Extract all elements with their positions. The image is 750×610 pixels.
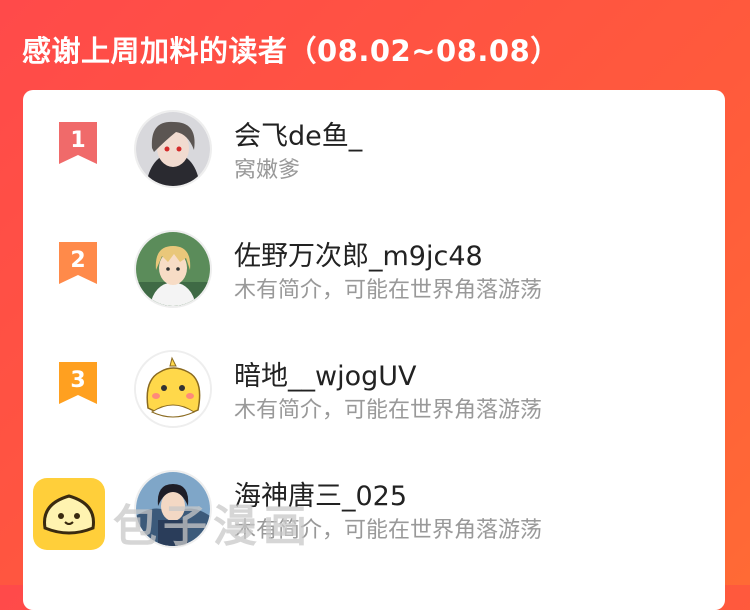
reader-row-1[interactable]: 1 会飞de鱼_ 窝嫩爹 — [23, 90, 725, 188]
reader-row-3[interactable]: 3 暗地__wjogUV 木有简介，可能在世界角落游荡 — [23, 330, 725, 428]
avatar-yellow-cartoon-pet-icon — [136, 352, 210, 426]
reader-row-4[interactable]: 海神唐三_025 木有简介，可能在世界角落游荡 — [23, 450, 725, 548]
rank-badge-3: 3 — [57, 360, 99, 410]
reader-name[interactable]: 海神唐三_025 — [234, 474, 407, 513]
avatar[interactable] — [134, 110, 212, 188]
reader-name[interactable]: 佐野万次郎_m9jc48 — [234, 234, 483, 273]
rank-number: 3 — [70, 368, 85, 393]
avatar-dark-hair-red-eyes-icon — [136, 112, 210, 186]
avatar-blond-boy-icon — [136, 232, 210, 306]
rank-badge-1: 1 — [57, 120, 99, 170]
reader-bio: 窝嫩爹 — [234, 158, 301, 183]
rank-badge-2: 2 — [57, 240, 99, 290]
reader-list-card: 1 会飞de鱼_ 窝嫩爹 2 佐野万次郎_m9jc48 木有简介，可能在世界角落… — [23, 90, 725, 610]
page-title: 感谢上周加料的读者（08.02~08.08） — [22, 34, 560, 68]
reader-name[interactable]: 暗地__wjogUV — [234, 354, 416, 393]
rank-number: 2 — [70, 248, 85, 273]
avatar[interactable] — [134, 350, 212, 428]
avatar[interactable] — [134, 230, 212, 308]
avatar[interactable] — [134, 470, 212, 548]
reader-name[interactable]: 会飞de鱼_ — [234, 114, 362, 153]
rank-number: 1 — [70, 128, 85, 153]
avatar-warrior-icon — [136, 472, 210, 546]
reader-bio: 木有简介，可能在世界角落游荡 — [234, 518, 543, 543]
reader-bio: 木有简介，可能在世界角落游荡 — [234, 398, 543, 423]
reader-bio: 木有简介，可能在世界角落游荡 — [234, 278, 543, 303]
reader-row-2[interactable]: 2 佐野万次郎_m9jc48 木有简介，可能在世界角落游荡 — [23, 210, 725, 308]
